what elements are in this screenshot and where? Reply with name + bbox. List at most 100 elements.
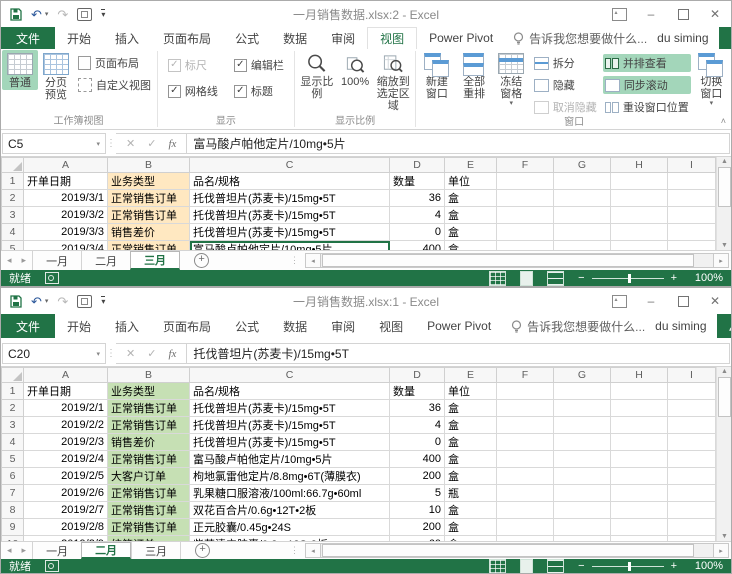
page-layout-view-button[interactable]: 页面布局: [76, 54, 153, 72]
account-name[interactable]: du siming: [645, 314, 716, 338]
column-header-D[interactable]: D: [390, 158, 445, 173]
cell-A5[interactable]: 2019/3/4: [24, 241, 108, 251]
split-button[interactable]: 拆分: [532, 54, 599, 72]
tell-me-box[interactable]: 告诉我您想要做什么...: [511, 314, 645, 338]
sheet-tab-一月[interactable]: 一月: [32, 542, 81, 559]
share-button[interactable]: 共享: [717, 314, 732, 338]
scroll-down-icon[interactable]: ▼: [721, 242, 728, 249]
minimize-button[interactable]: –: [635, 1, 667, 27]
cell-D5[interactable]: 400: [390, 241, 445, 251]
cell-I5[interactable]: [668, 451, 716, 468]
zoom-100-button[interactable]: 100%: [337, 50, 373, 89]
cell-C8[interactable]: 双花百合片/0.6g•12T•2板: [190, 502, 390, 519]
ribbon-tab-file[interactable]: 文件: [1, 27, 55, 49]
sheet-tab-一月[interactable]: 一月: [32, 251, 81, 270]
select-all-corner[interactable]: [2, 158, 24, 173]
sheet-nav-right-icon[interactable]: ▸: [22, 545, 27, 556]
sheet-tab-三月[interactable]: 三月: [130, 251, 180, 270]
cell-A2[interactable]: 2019/2/1: [24, 400, 108, 417]
cell-I1[interactable]: [668, 383, 716, 400]
hscroll-left-icon[interactable]: ◂: [305, 253, 321, 268]
ribbon-tab-公式[interactable]: 公式: [223, 27, 271, 49]
cell-F2[interactable]: [497, 400, 554, 417]
cell-C6[interactable]: 枸地氯雷他定片/8.8mg•6T(薄膜衣): [190, 468, 390, 485]
undo-icon[interactable]: ↶: [31, 8, 42, 21]
undo-icon[interactable]: ↶: [31, 295, 42, 308]
zoom-slider-thumb[interactable]: [628, 274, 631, 283]
cell-F5[interactable]: [497, 451, 554, 468]
sheet-nav-right-icon[interactable]: ▸: [22, 255, 27, 266]
cell-B3[interactable]: 正常销售订单: [108, 417, 190, 434]
row-header-4[interactable]: 4: [2, 434, 24, 451]
cell-E3[interactable]: 盒: [445, 417, 497, 434]
cell-G9[interactable]: [554, 519, 611, 536]
column-header-E[interactable]: E: [445, 368, 497, 383]
cell-H7[interactable]: [611, 485, 668, 502]
hscrollbar-thumb[interactable]: [322, 544, 694, 557]
formula-bar[interactable]: 托伐普坦片(苏麦卡)/15mg•5T: [187, 343, 730, 364]
zoom-out-icon[interactable]: −: [578, 560, 584, 572]
cell-C5[interactable]: 富马酸卢帕他定片/10mg•5片: [190, 241, 390, 251]
cell-G4[interactable]: [554, 434, 611, 451]
cell-D4[interactable]: 0: [390, 224, 445, 241]
restore-button[interactable]: [667, 288, 699, 314]
cell-D3[interactable]: 4: [390, 417, 445, 434]
ribbon-tab-审阅[interactable]: 审阅: [319, 27, 367, 49]
cell-C2[interactable]: 托伐普坦片(苏麦卡)/15mg•5T: [190, 190, 390, 207]
horizontal-scrollbar[interactable]: [321, 253, 713, 268]
worksheet-grid[interactable]: ABCDEFGHI1开单日期业务类型品名/规格数量单位22019/3/1正常销售…: [1, 157, 716, 250]
formula-bar-checkbox[interactable]: ✓编辑栏: [232, 56, 286, 74]
tell-me-box[interactable]: 告诉我您想要做什么...: [513, 27, 647, 49]
cell-H3[interactable]: [611, 207, 668, 224]
zoom-slider[interactable]: [592, 566, 664, 567]
row-header-2[interactable]: 2: [2, 190, 24, 207]
cell-H2[interactable]: [611, 190, 668, 207]
name-box[interactable]: C5▾: [2, 133, 106, 154]
splitter-dots[interactable]: ⋮: [290, 545, 299, 556]
cell-D2[interactable]: 36: [390, 190, 445, 207]
cell-D7[interactable]: 5: [390, 485, 445, 502]
row-header-3[interactable]: 3: [2, 207, 24, 224]
zoom-button[interactable]: 显示比例: [297, 50, 337, 101]
cell-I6[interactable]: [668, 468, 716, 485]
vertical-scrollbar[interactable]: ▲ ▼: [716, 157, 731, 250]
hscroll-right-icon[interactable]: ▸: [713, 253, 729, 268]
cell-F4[interactable]: [497, 434, 554, 451]
cell-A4[interactable]: 2019/2/3: [24, 434, 108, 451]
cell-F1[interactable]: [497, 383, 554, 400]
macro-record-icon[interactable]: [45, 272, 59, 284]
cell-B3[interactable]: 正常销售订单: [108, 207, 190, 224]
view-side-by-side-button[interactable]: 并排查看: [603, 54, 691, 72]
minimize-button[interactable]: –: [635, 288, 667, 314]
row-header-1[interactable]: 1: [2, 173, 24, 190]
cell-A3[interactable]: 2019/2/2: [24, 417, 108, 434]
cell-D2[interactable]: 36: [390, 400, 445, 417]
zoom-in-icon[interactable]: +: [671, 272, 677, 284]
scrollbar-thumb[interactable]: [718, 377, 731, 417]
cell-I3[interactable]: [668, 207, 716, 224]
row-header-3[interactable]: 3: [2, 417, 24, 434]
headings-checkbox[interactable]: ✓标题: [232, 82, 286, 100]
ribbon-tab-file[interactable]: 文件: [1, 314, 55, 338]
ribbon-tab-页面布局[interactable]: 页面布局: [151, 27, 223, 49]
zoom-slider[interactable]: [592, 278, 664, 279]
ribbon-tab-视图[interactable]: 视图: [367, 27, 417, 49]
cell-G3[interactable]: [554, 207, 611, 224]
row-header-1[interactable]: 1: [2, 383, 24, 400]
cell-A9[interactable]: 2019/2/8: [24, 519, 108, 536]
cell-E9[interactable]: 盒: [445, 519, 497, 536]
scroll-down-icon[interactable]: ▼: [721, 533, 728, 540]
cell-B1[interactable]: 业务类型: [108, 173, 190, 190]
cell-H4[interactable]: [611, 434, 668, 451]
normal-view-button[interactable]: 普通: [2, 50, 38, 90]
cell-H5[interactable]: [611, 241, 668, 251]
horizontal-scrollbar[interactable]: [321, 543, 713, 558]
cell-C5[interactable]: 富马酸卢帕他定片/10mg•5片: [190, 451, 390, 468]
cell-F9[interactable]: [497, 519, 554, 536]
vertical-scrollbar[interactable]: ▲ ▼: [716, 367, 731, 541]
ribbon-tab-插入[interactable]: 插入: [103, 27, 151, 49]
normal-view-shortcut-icon[interactable]: [489, 559, 506, 574]
touch-mode-icon[interactable]: [77, 8, 92, 21]
row-header-5[interactable]: 5: [2, 241, 24, 251]
zoom-slider-thumb[interactable]: [628, 562, 631, 571]
